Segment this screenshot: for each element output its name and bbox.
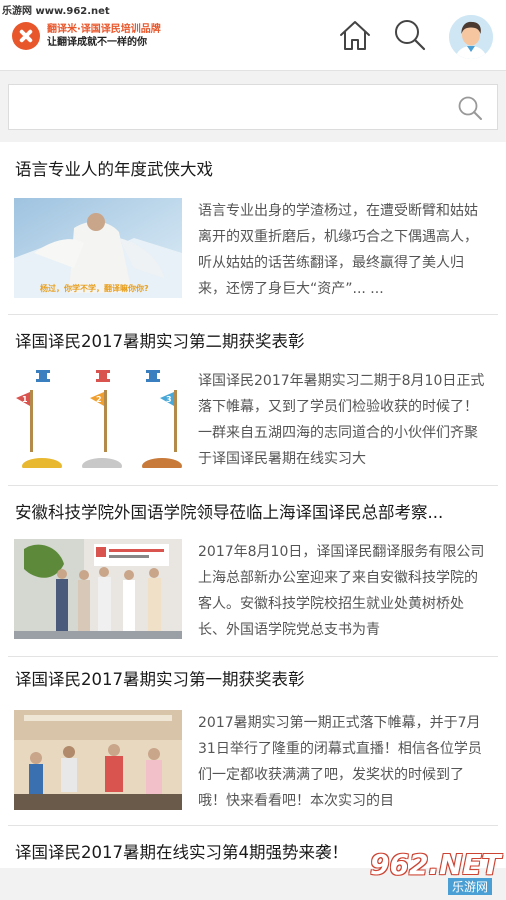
- home-icon[interactable]: [338, 18, 372, 52]
- divider: [8, 485, 498, 486]
- watermark-sub: 乐游网: [447, 878, 492, 895]
- flag-number: 3: [166, 395, 172, 404]
- article-feed: 语言专业人的年度武侠大戏 杨过，你学不学，翻译嘛你你? 语言专业出身的学渣杨过，…: [0, 142, 506, 868]
- article-thumbnail[interactable]: 杨过，你学不学，翻译嘛你你?: [14, 198, 182, 298]
- top-watermark: 乐游网 www.962.net: [2, 6, 110, 17]
- article-excerpt: 2017年8月10日，译国译民翻译服务有限公司上海总部新办公室迎来了来自安徽科技…: [198, 544, 485, 638]
- article-thumbnail[interactable]: [14, 539, 182, 639]
- divider: [8, 656, 498, 657]
- article-thumbnail[interactable]: 1 2 3: [14, 368, 182, 468]
- search-bar: [8, 84, 498, 130]
- flag-number: 2: [96, 395, 102, 404]
- search-input[interactable]: [9, 85, 459, 129]
- thumbnail-caption: 杨过，你学不学，翻译嘛你你?: [40, 284, 149, 293]
- article-title[interactable]: 安徽科技学院外国语学院领导莅临上海译国译民总部考察...: [15, 499, 493, 523]
- article-title[interactable]: 语言专业人的年度武侠大戏: [15, 156, 493, 180]
- divider: [8, 825, 498, 826]
- logo-title: 翻译米·译国译民培训品牌: [47, 24, 161, 35]
- divider: [8, 314, 498, 315]
- logo-slogan: 让翻译成就不一样的你: [47, 37, 147, 48]
- flag-number: 1: [22, 395, 28, 404]
- user-avatar-icon[interactable]: [449, 15, 493, 59]
- logo-mark-icon: [12, 22, 40, 50]
- article-excerpt: 2017暑期实习第一期正式落下帷幕，并于7月31日举行了隆重的闭幕式直播！相信各…: [198, 715, 482, 809]
- site-watermark: 962.NET 乐游网: [370, 848, 501, 895]
- article-excerpt: 译国译民2017年暑期实习二期于8月10日正式落下帷幕，又到了学员们检验收获的时…: [198, 373, 485, 467]
- article-thumbnail[interactable]: [14, 710, 182, 810]
- article-title[interactable]: 译国译民2017暑期实习第一期获奖表彰: [15, 666, 493, 690]
- search-icon[interactable]: [457, 95, 483, 121]
- article-excerpt: 语言专业出身的学渣杨过，在遭受断臂和姑姑离开的双重折磨后，机缘巧合之下偶遇高人，…: [198, 203, 478, 297]
- watermark-brand: 962.NET: [370, 848, 501, 881]
- app-logo[interactable]: 翻译米·译国译民培训品牌 让翻译成就不一样的你: [12, 22, 161, 50]
- article-title[interactable]: 译国译民2017暑期实习第二期获奖表彰: [15, 328, 493, 352]
- search-icon[interactable]: [393, 18, 427, 52]
